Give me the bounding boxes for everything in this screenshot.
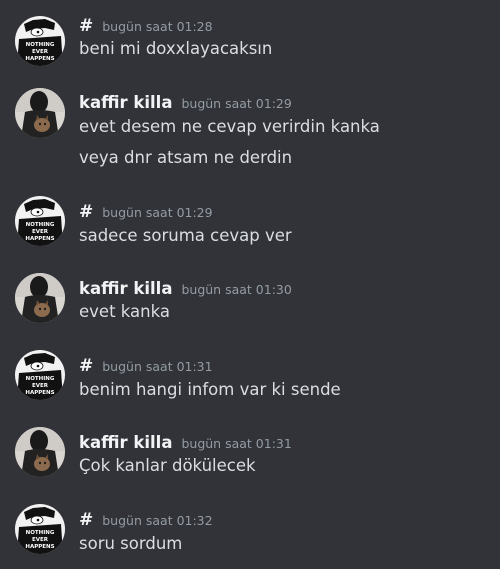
- chat-message-list: NOTHING EVER HAPPENS # bugün saat 01:28 …: [0, 0, 500, 569]
- timestamp[interactable]: bugün saat 01:29: [102, 205, 212, 220]
- nothing-ever-happens-avatar: NOTHING EVER HAPPENS: [15, 350, 65, 400]
- svg-text:NOTHING: NOTHING: [26, 530, 55, 536]
- avatar[interactable]: NOTHING EVER HAPPENS: [15, 16, 65, 66]
- message-header: kaffir killa bugün saat 01:29: [79, 93, 292, 115]
- message-header: # bugün saat 01:31: [79, 356, 213, 378]
- masked-person-cat-avatar: [15, 273, 65, 323]
- svg-text:HAPPENS: HAPPENS: [25, 390, 54, 396]
- timestamp[interactable]: bugün saat 01:29: [181, 96, 291, 111]
- author-name[interactable]: kaffir killa: [79, 279, 172, 298]
- avatar[interactable]: NOTHING EVER HAPPENS: [15, 504, 65, 554]
- message-header: # bugün saat 01:32: [79, 510, 213, 532]
- avatar[interactable]: [15, 273, 65, 323]
- svg-text:NOTHING: NOTHING: [26, 376, 55, 382]
- nothing-ever-happens-avatar: NOTHING EVER HAPPENS: [15, 16, 65, 66]
- author-name[interactable]: #: [79, 16, 93, 36]
- message-text: sadece soruma cevap ver: [79, 226, 292, 245]
- message-header: # bugün saat 01:29: [79, 202, 213, 224]
- masked-person-cat-avatar: [15, 88, 65, 138]
- message-text: benim hangi infom var ki sende: [79, 380, 341, 399]
- svg-text:NOTHING: NOTHING: [26, 42, 55, 48]
- svg-text:HAPPENS: HAPPENS: [25, 544, 54, 550]
- avatar[interactable]: NOTHING EVER HAPPENS: [15, 196, 65, 246]
- avatar[interactable]: [15, 88, 65, 138]
- svg-text:EVER: EVER: [32, 383, 49, 389]
- svg-text:NOTHING: NOTHING: [26, 222, 55, 228]
- svg-text:EVER: EVER: [32, 229, 49, 235]
- author-name[interactable]: #: [79, 510, 93, 530]
- nothing-ever-happens-avatar: NOTHING EVER HAPPENS: [15, 196, 65, 246]
- message-text: evet desem ne cevap verirdin kanka: [79, 117, 380, 136]
- timestamp[interactable]: bugün saat 01:30: [181, 282, 291, 297]
- timestamp[interactable]: bugün saat 01:31: [102, 359, 212, 374]
- avatar[interactable]: NOTHING EVER HAPPENS: [15, 350, 65, 400]
- message-header: # bugün saat 01:28: [79, 16, 213, 38]
- avatar[interactable]: [15, 427, 65, 477]
- message-header: kaffir killa bugün saat 01:30: [79, 279, 292, 301]
- nothing-ever-happens-avatar: NOTHING EVER HAPPENS: [15, 504, 65, 554]
- author-name[interactable]: kaffir killa: [79, 433, 172, 452]
- svg-text:HAPPENS: HAPPENS: [25, 56, 54, 62]
- message-text: soru sordum: [79, 534, 183, 553]
- timestamp[interactable]: bugün saat 01:31: [181, 436, 291, 451]
- message-header: kaffir killa bugün saat 01:31: [79, 433, 292, 455]
- svg-text:HAPPENS: HAPPENS: [25, 236, 54, 242]
- author-name[interactable]: kaffir killa: [79, 93, 172, 112]
- author-name[interactable]: #: [79, 356, 93, 376]
- message-text: evet kanka: [79, 302, 170, 321]
- timestamp[interactable]: bugün saat 01:28: [102, 19, 212, 34]
- message-text: Çok kanlar dökülecek: [79, 456, 256, 475]
- message-text: veya dnr atsam ne derdin: [79, 148, 293, 167]
- message-text: beni mi doxxlayacaksın: [79, 39, 273, 58]
- author-name[interactable]: #: [79, 202, 93, 222]
- timestamp[interactable]: bugün saat 01:32: [102, 513, 212, 528]
- svg-text:EVER: EVER: [32, 537, 49, 543]
- svg-text:EVER: EVER: [32, 49, 49, 55]
- masked-person-cat-avatar: [15, 427, 65, 477]
